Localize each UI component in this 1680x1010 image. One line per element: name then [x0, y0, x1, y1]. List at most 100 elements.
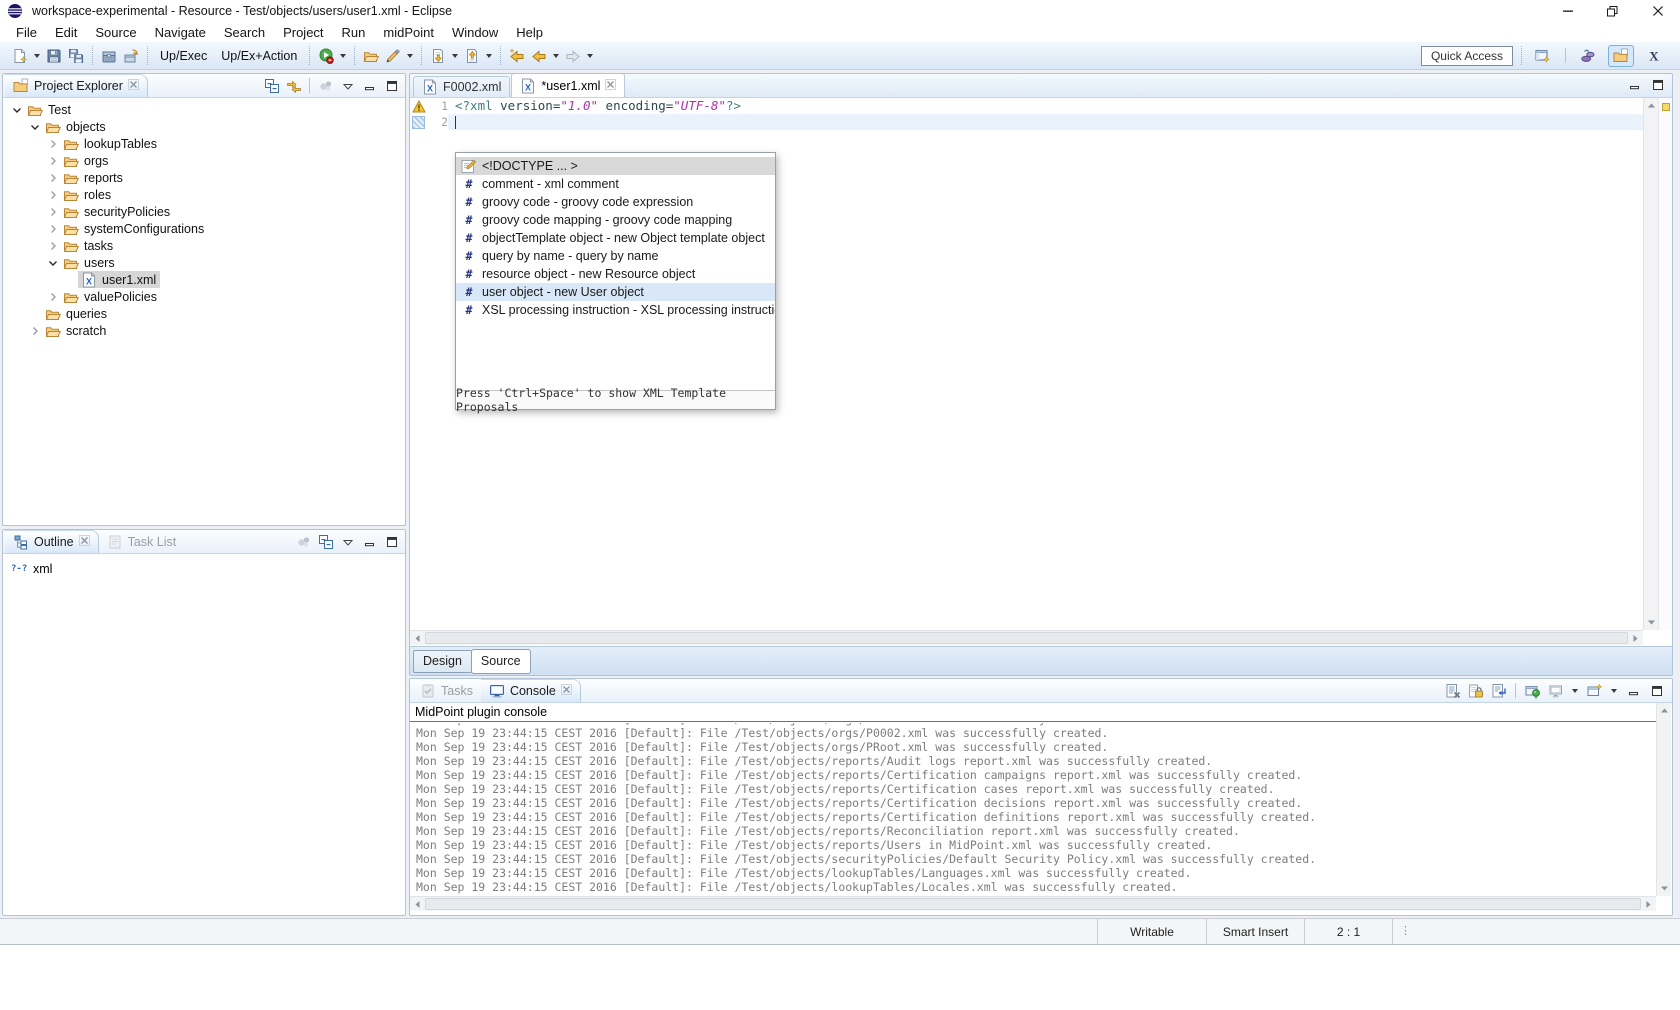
java-perspective-icon[interactable]	[1575, 45, 1601, 67]
outline-xml-node[interactable]: ?-? xml	[11, 560, 52, 577]
menu-file[interactable]: File	[7, 24, 46, 41]
maximize-view-icon[interactable]	[383, 77, 400, 94]
tab-task-list[interactable]: Task List	[99, 530, 185, 553]
view-menu-icon[interactable]	[339, 533, 356, 550]
dropdown-arrow-icon[interactable]	[1572, 689, 1578, 693]
close-icon[interactable]	[605, 79, 616, 93]
menu-edit[interactable]: Edit	[46, 24, 86, 41]
collapsed-chevron-icon[interactable]	[45, 289, 60, 304]
tab-console[interactable]: Console	[481, 679, 581, 702]
proposal-item[interactable]: #groovy code - groovy code expression	[456, 193, 775, 211]
run-icon[interactable]	[316, 45, 336, 67]
expanded-chevron-icon[interactable]	[45, 255, 60, 270]
expanded-chevron-icon[interactable]	[9, 102, 24, 117]
close-window-button[interactable]	[1635, 0, 1680, 22]
view-menu-icon[interactable]	[339, 77, 356, 94]
scroll-up-icon[interactable]	[1644, 98, 1659, 113]
collapsed-chevron-icon[interactable]	[45, 238, 60, 253]
collapsed-chevron-icon[interactable]	[45, 170, 60, 185]
menu-navigate[interactable]: Navigate	[146, 24, 215, 41]
dropdown-arrow-icon[interactable]	[452, 54, 458, 58]
open-console-icon[interactable]	[1586, 682, 1603, 699]
tree-item-user1.xml[interactable]: Xuser1.xml	[3, 271, 405, 288]
collapsed-chevron-icon[interactable]	[45, 204, 60, 219]
tree-item-systemConfigurations[interactable]: systemConfigurations	[3, 220, 405, 237]
open-folder-icon[interactable]	[361, 45, 381, 67]
back-icon[interactable]	[529, 45, 549, 67]
proposal-item[interactable]: #groovy code mapping - groovy code mappi…	[456, 211, 775, 229]
tree-item-tasks[interactable]: tasks	[3, 237, 405, 254]
proposal-item[interactable]: #objectTemplate object - new Object temp…	[456, 229, 775, 247]
minimize-view-icon[interactable]	[361, 533, 378, 550]
tree-item-scratch[interactable]: scratch	[3, 322, 405, 339]
dropdown-arrow-icon[interactable]	[407, 54, 413, 58]
tab-design[interactable]: Design	[413, 650, 472, 673]
minimize-view-icon[interactable]	[1625, 682, 1642, 699]
proposal-item[interactable]: #resource object - new Resource object	[456, 265, 775, 283]
working-sets-icon[interactable]	[295, 533, 312, 550]
scroll-left-icon[interactable]	[410, 631, 425, 646]
xml-perspective-icon[interactable]: X	[1641, 45, 1667, 67]
push-file-icon[interactable]	[462, 45, 482, 67]
dropdown-arrow-icon[interactable]	[587, 54, 593, 58]
maximize-view-icon[interactable]	[383, 533, 400, 550]
dropdown-arrow-icon[interactable]	[486, 54, 492, 58]
maximize-view-icon[interactable]	[1648, 682, 1665, 699]
quick-access-box[interactable]: Quick Access	[1421, 46, 1513, 66]
dropdown-arrow-icon[interactable]	[340, 54, 346, 58]
scroll-up-icon[interactable]	[1657, 703, 1672, 718]
forward-icon[interactable]	[563, 45, 583, 67]
collapsed-chevron-icon[interactable]	[45, 153, 60, 168]
resource-perspective-icon[interactable]	[1608, 45, 1634, 67]
save-all-icon[interactable]	[66, 45, 86, 67]
overview-ruler[interactable]	[1658, 98, 1672, 630]
midpoint-download-icon[interactable]	[121, 45, 141, 67]
menu-window[interactable]: Window	[443, 24, 507, 41]
close-icon[interactable]	[79, 535, 90, 549]
collapsed-chevron-icon[interactable]	[45, 221, 60, 236]
close-icon[interactable]	[128, 79, 139, 93]
tree-item-Test[interactable]: Test	[3, 101, 405, 118]
minimize-window-button[interactable]	[1545, 0, 1590, 22]
dropdown-arrow-icon[interactable]	[553, 54, 559, 58]
tab-f0002-xml[interactable]: X F0002.xml	[413, 76, 510, 97]
new-wizard-icon[interactable]	[10, 45, 30, 67]
tab-project-explorer[interactable]: Project Explorer	[5, 74, 148, 97]
tree-item-reports[interactable]: reports	[3, 169, 405, 186]
tab-source[interactable]: Source	[471, 649, 531, 674]
collapse-all-icon[interactable]	[317, 533, 334, 550]
tree-item-lookupTables[interactable]: lookupTables	[3, 135, 405, 152]
up-ex-action-button[interactable]: Up/Ex+Action	[215, 45, 303, 67]
tree-item-users[interactable]: users	[3, 254, 405, 271]
menu-run[interactable]: Run	[333, 24, 375, 41]
expanded-chevron-icon[interactable]	[27, 119, 42, 134]
scrollbar-thumb[interactable]	[425, 898, 1641, 910]
scroll-right-icon[interactable]	[1628, 631, 1643, 646]
menu-midpoint[interactable]: midPoint	[374, 24, 443, 41]
show-output-icon[interactable]	[1490, 682, 1507, 699]
proposal-item[interactable]: #XSL processing instruction - XSL proces…	[456, 301, 775, 319]
scroll-left-icon[interactable]	[410, 897, 425, 912]
maximize-view-icon[interactable]	[1649, 76, 1666, 93]
tree-item-securityPolicies[interactable]: securityPolicies	[3, 203, 405, 220]
tab-tasks[interactable]: Tasks	[412, 679, 481, 702]
tree-item-roles[interactable]: roles	[3, 186, 405, 203]
link-with-editor-icon[interactable]	[285, 77, 302, 94]
restore-window-button[interactable]	[1590, 0, 1635, 22]
minimize-view-icon[interactable]	[361, 77, 378, 94]
menu-source[interactable]: Source	[86, 24, 145, 41]
tree-item-valuePolicies[interactable]: valuePolicies	[3, 288, 405, 305]
collapsed-chevron-icon[interactable]	[45, 136, 60, 151]
code-editor[interactable]: 1 <?xml version="1.0" encoding="UTF-8"?>…	[410, 98, 1643, 630]
minimize-view-icon[interactable]	[1626, 76, 1643, 93]
pull-file-icon[interactable]	[428, 45, 448, 67]
menu-project[interactable]: Project	[274, 24, 332, 41]
midpoint-upload-icon[interactable]	[99, 45, 119, 67]
last-edit-location-icon[interactable]	[507, 45, 527, 67]
editor-horizontal-scrollbar[interactable]	[410, 630, 1643, 645]
pin-console-icon[interactable]	[1524, 682, 1541, 699]
collapsed-chevron-icon[interactable]	[27, 323, 42, 338]
open-perspective-icon[interactable]	[1530, 45, 1556, 67]
warning-marker[interactable]	[1662, 103, 1670, 111]
proposal-item[interactable]: #query by name - query by name	[456, 247, 775, 265]
